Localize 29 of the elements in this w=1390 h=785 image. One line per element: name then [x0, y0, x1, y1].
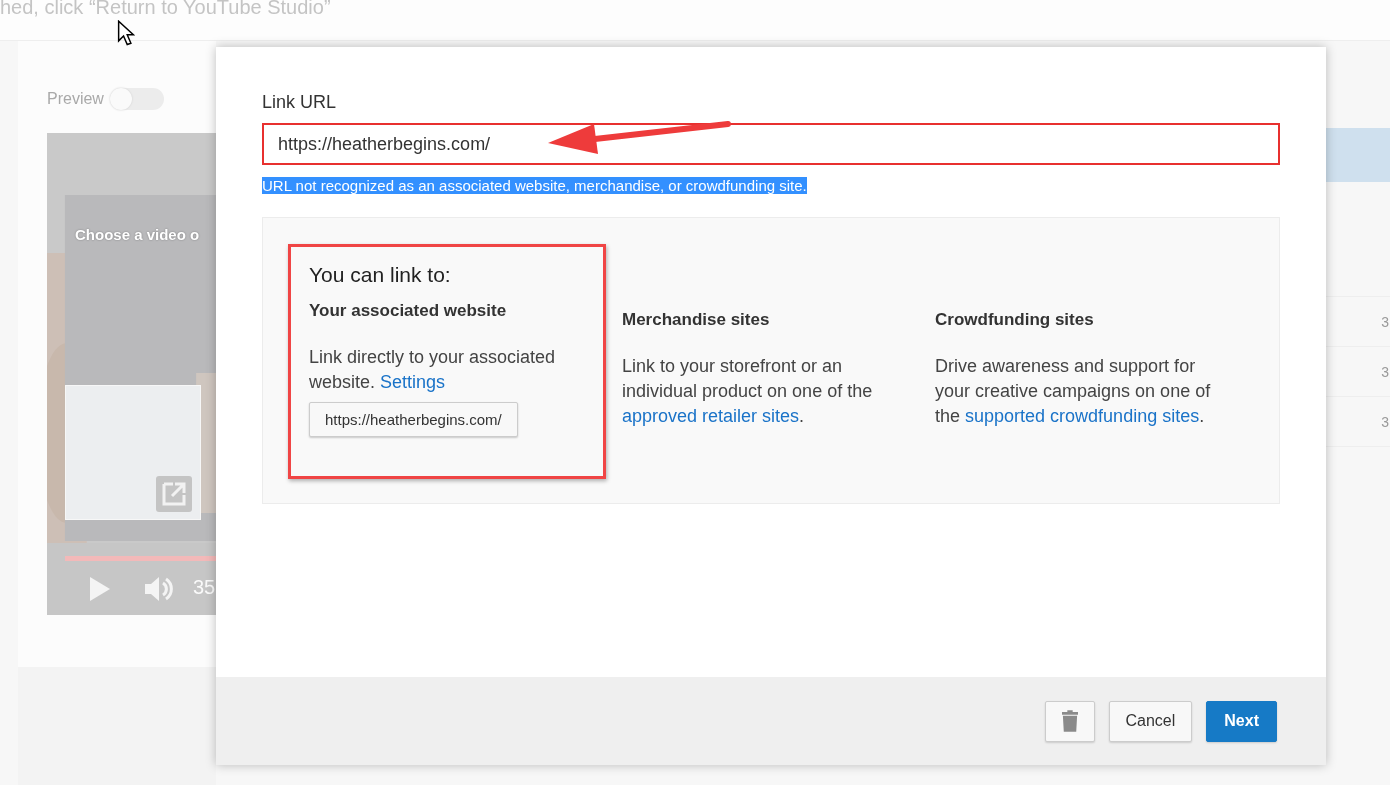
- option-title: Your associated website: [309, 301, 507, 321]
- website-chip-button[interactable]: https://heatherbegins.com/: [309, 402, 518, 437]
- option-title: Crowdfunding sites: [935, 310, 1094, 330]
- url-input-field[interactable]: https://heatherbegins.com/: [262, 123, 1280, 165]
- option-description: Drive awareness and support for your creative campaigns on one of the supported crowdfunding sites.: [935, 355, 1212, 428]
- selected-row: [1326, 128, 1390, 182]
- option-link[interactable]: Settings: [380, 372, 446, 392]
- preview-toggle[interactable]: [109, 88, 164, 110]
- video-overlay-text: Choose a video o: [75, 226, 200, 243]
- option-link[interactable]: approved retailer sites: [622, 406, 800, 426]
- row-value: 3: [1381, 363, 1389, 380]
- section-heading: You can link to:: [309, 263, 451, 287]
- trash-icon: [1061, 709, 1078, 733]
- instruction-text: hed, click “Return to YouTube Studio”: [0, 0, 331, 19]
- volume-icon[interactable]: [145, 576, 173, 602]
- external-link-icon[interactable]: [156, 476, 192, 512]
- option-description: Link directly to your associated website. Settings: [309, 346, 557, 394]
- preview-label: Preview: [47, 90, 104, 108]
- cancel-button[interactable]: Cancel: [1108, 700, 1193, 742]
- error-message: URL not recognized as an associated website, merchandise, or crowdfunding site.: [262, 177, 807, 194]
- delete-button[interactable]: [1044, 700, 1095, 742]
- play-icon[interactable]: [90, 577, 110, 601]
- option-title: Merchandise sites: [622, 310, 770, 330]
- field-label: Link URL: [262, 92, 338, 113]
- row-value: 3: [1381, 313, 1389, 330]
- option-link[interactable]: supported crowdfunding sites: [965, 406, 1200, 426]
- option-description: Link to your storefront or an individual product on one of the approved retailer sites.: [622, 355, 874, 428]
- next-button[interactable]: Next: [1206, 700, 1277, 742]
- row-value: 3: [1381, 413, 1389, 430]
